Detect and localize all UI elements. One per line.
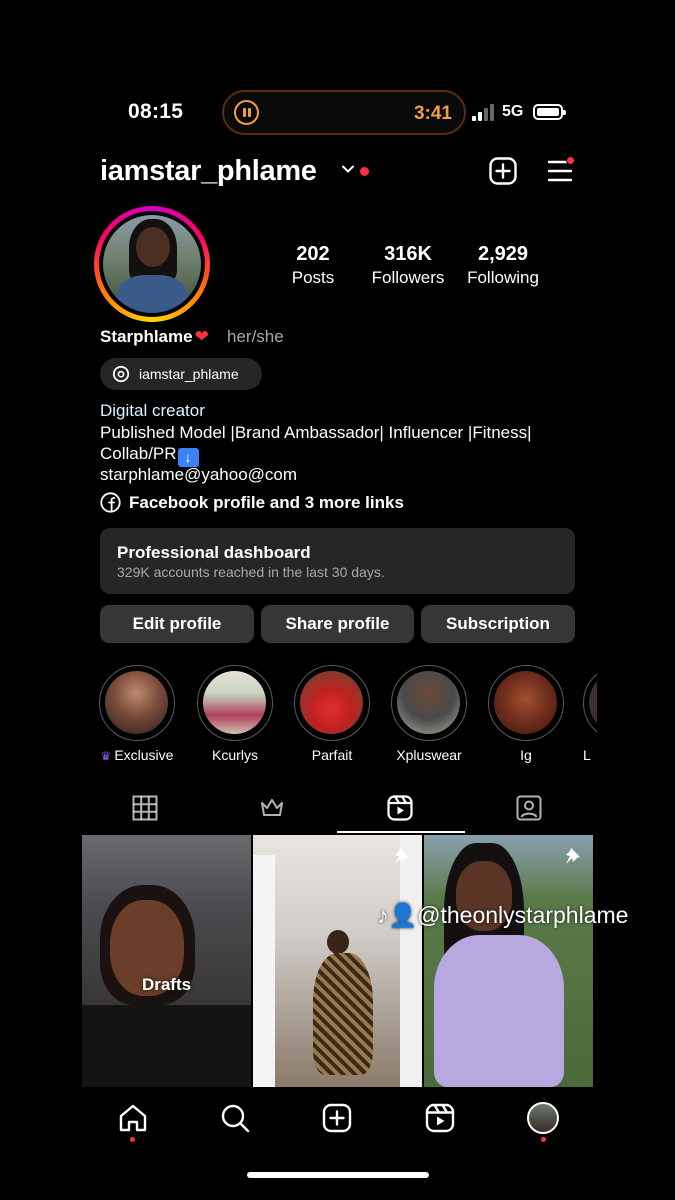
highlight-label: Exclusive: [114, 747, 174, 763]
signal-icon: [472, 104, 496, 121]
stat-label: Following: [467, 268, 539, 287]
home-notification-dot: [130, 1137, 135, 1142]
active-tab-indicator: [337, 831, 465, 833]
highlight-parfait[interactable]: Parfait: [292, 665, 372, 763]
note-icon: ♪: [377, 902, 389, 928]
reels-tab-icon[interactable]: [387, 795, 413, 821]
profile-notification-dot: [541, 1137, 546, 1142]
notification-dot: [360, 167, 369, 176]
stat-value: 2,929: [477, 243, 529, 265]
home-icon[interactable]: [118, 1103, 148, 1133]
highlight-exclusive[interactable]: ♛ Exclusive: [96, 665, 178, 763]
watermark-overlay: ♪👤@theonlystarphlame: [377, 902, 628, 929]
facebook-icon: [100, 492, 121, 513]
profile-avatar[interactable]: [94, 206, 210, 322]
highlight-xpluswear[interactable]: Xpluswear: [389, 665, 469, 763]
highlight-ig[interactable]: Ig: [486, 665, 566, 763]
grid-tab-icon[interactable]: [132, 795, 158, 821]
pin-icon: [395, 848, 409, 864]
dynamic-island-timer[interactable]: 3:41: [222, 90, 466, 135]
profile-nav-avatar[interactable]: [527, 1102, 559, 1134]
display-name-text: Starphlame: [100, 327, 193, 346]
person-icon: 👤: [388, 902, 418, 928]
grid-item-reel[interactable]: [253, 835, 422, 1087]
edit-profile-button[interactable]: Edit profile: [100, 605, 254, 643]
home-indicator[interactable]: [247, 1172, 429, 1178]
share-profile-button[interactable]: Share profile: [261, 605, 414, 643]
network-label: 5G: [502, 103, 524, 120]
pause-icon[interactable]: [234, 100, 259, 125]
heart-icon: ❤: [194, 327, 209, 346]
profile-username[interactable]: iamstar_phlame: [100, 155, 317, 188]
stat-followers[interactable]: 316K Followers: [366, 243, 450, 288]
stat-label: Followers: [371, 268, 445, 287]
threads-handle: iamstar_phlame: [139, 366, 239, 382]
battery-icon: [533, 104, 566, 120]
threads-badge[interactable]: iamstar_phlame: [100, 358, 262, 390]
tagged-tab-icon[interactable]: [516, 795, 542, 821]
display-name: Starphlame ❤: [100, 327, 209, 347]
create-icon[interactable]: [322, 1103, 352, 1133]
avatar-photo: [103, 215, 201, 313]
chevron-down-icon[interactable]: [342, 163, 354, 175]
menu-notification-dot: [566, 156, 575, 165]
stat-label: Posts: [291, 268, 335, 287]
dashboard-title: Professional dashboard: [117, 543, 311, 562]
stat-following[interactable]: 2,929 Following: [460, 243, 546, 288]
highlight-label: L: [583, 747, 591, 763]
grid-item-drafts[interactable]: Drafts: [82, 835, 251, 1087]
stat-posts[interactable]: 202 Posts: [282, 243, 344, 288]
dashboard-subtitle: 329K accounts reached in the last 30 day…: [117, 564, 385, 580]
subscription-button[interactable]: Subscription: [421, 605, 575, 643]
watermark-text: @theonlystarphlame: [417, 902, 629, 928]
reels-icon[interactable]: [425, 1103, 455, 1133]
bio-text-content: Published Model |Brand Ambassador| Influ…: [100, 423, 532, 463]
highlight-label: Xpluswear: [396, 747, 462, 763]
stat-value: 202: [296, 243, 330, 265]
crown-icon: ♛: [100, 749, 112, 763]
drafts-label: Drafts: [141, 975, 192, 994]
timer-readout: 3:41: [413, 103, 452, 124]
pin-icon: [566, 848, 580, 864]
search-icon[interactable]: [220, 1103, 250, 1133]
links-label: Facebook profile and 3 more links: [129, 493, 404, 512]
highlight-label: Kcurlys: [212, 747, 258, 763]
stat-value: 316K: [384, 243, 432, 265]
bio-email: starphlame@yahoo@com: [100, 465, 298, 484]
pronouns: her/she: [227, 327, 284, 346]
bio-text: Published Model |Brand Ambassador| Influ…: [100, 422, 570, 467]
highlight-label: Parfait: [311, 747, 353, 763]
highlight-kcurlys[interactable]: Kcurlys: [195, 665, 275, 763]
highlight-partial[interactable]: L: [583, 665, 597, 763]
professional-dashboard[interactable]: Professional dashboard 329K accounts rea…: [100, 528, 575, 594]
highlight-label: Ig: [520, 747, 532, 763]
bio-category: Digital creator: [100, 401, 205, 420]
status-time: 08:15: [128, 100, 184, 123]
grid-item-reel[interactable]: [424, 835, 593, 1087]
threads-icon: [112, 365, 130, 383]
create-post-icon[interactable]: [489, 157, 517, 185]
subscriptions-tab-icon[interactable]: [259, 795, 285, 821]
